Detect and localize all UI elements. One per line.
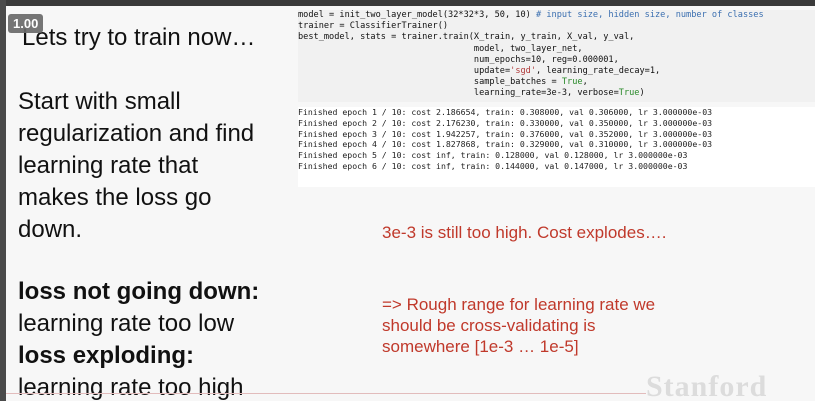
- slide-title: Lets try to train now…: [22, 24, 256, 51]
- code-line: update='sgd', learning_rate_decay=1,: [298, 66, 815, 77]
- code-line: num_epochs=10, reg=0.000001,: [298, 54, 619, 65]
- body-line: regularization and find: [18, 120, 255, 147]
- body-line: down.: [18, 216, 83, 243]
- code-text: ): [639, 88, 645, 99]
- output-line: Finished epoch 5 / 10: cost inf, train: …: [298, 150, 688, 161]
- loss-not-going-down-heading: loss not going down:: [18, 278, 260, 305]
- annotation-line: => Rough range for learning rate we: [382, 295, 656, 314]
- annotation-line: 3e-3 is still too high. Cost explodes….: [382, 223, 667, 242]
- output-line: Finished epoch 4 / 10: cost 1.827868, tr…: [298, 139, 713, 150]
- code-comment: # input size, hidden size, number of cla…: [530, 10, 764, 20]
- slide-notes: loss not going down: learning rate too l…: [18, 276, 308, 404]
- code-text: ,: [582, 77, 588, 88]
- output-line: Finished epoch 6 / 10: cost inf, train: …: [298, 160, 688, 171]
- annotation-line: somewhere [1e-3 … 1e-5]: [382, 337, 579, 356]
- loss-exploding-heading: loss exploding:: [18, 342, 195, 369]
- playback-speed-badge[interactable]: 1.00: [8, 14, 44, 33]
- code-line: model, two_layer_net,: [298, 43, 583, 54]
- body-line: Start with small: [18, 88, 181, 115]
- slide-body-text: Start with small regularization and find…: [18, 86, 298, 246]
- footer-divider: [6, 393, 646, 394]
- training-output: Finished epoch 1 / 10: cost 2.186654, tr…: [298, 107, 815, 187]
- code-line: sample_batches = True,: [298, 77, 815, 88]
- code-text: model = init_two_layer_model(32*32*3, 50…: [298, 10, 531, 20]
- loss-not-going-down-text: learning rate too low: [18, 310, 235, 337]
- loss-exploding-text: learning rate too high: [18, 374, 244, 401]
- output-line: Finished epoch 2 / 10: cost 2.176230, tr…: [298, 117, 713, 128]
- code-text: learning_rate=3e-3, verbose=: [298, 88, 619, 99]
- code-line: learning_rate=3e-3, verbose=True): [298, 88, 815, 99]
- code-bool: True: [561, 77, 583, 88]
- body-line: makes the loss go: [18, 184, 212, 211]
- annotation-learning-rate-range: => Rough range for learning rate we shou…: [382, 294, 655, 357]
- lecture-slide: Lets try to train now… Start with small …: [6, 6, 815, 404]
- code-cell: model = init_two_layer_model(32*32*3, 50…: [298, 10, 815, 102]
- body-line: learning rate that: [18, 152, 199, 179]
- code-text: update=: [298, 66, 511, 77]
- code-bool: True: [618, 88, 640, 99]
- code-line: best_model, stats = trainer.train(X_trai…: [298, 32, 635, 43]
- code-line: model = init_two_layer_model(32*32*3, 50…: [298, 10, 815, 21]
- code-text: sample_batches =: [298, 77, 562, 88]
- annotation-cost-explodes: 3e-3 is still too high. Cost explodes….: [382, 222, 666, 243]
- stanford-logo: Stanford: [646, 370, 768, 403]
- output-line: Finished epoch 3 / 10: cost 1.942257, tr…: [298, 128, 713, 139]
- annotation-line: should be cross-validating is: [382, 316, 596, 335]
- output-line: Finished epoch 1 / 10: cost 2.186654, tr…: [298, 107, 713, 117]
- code-text: , learning_rate_decay=1,: [536, 66, 661, 77]
- code-string: 'sgd': [510, 66, 537, 77]
- code-line: trainer = ClassifierTrainer(): [298, 21, 449, 32]
